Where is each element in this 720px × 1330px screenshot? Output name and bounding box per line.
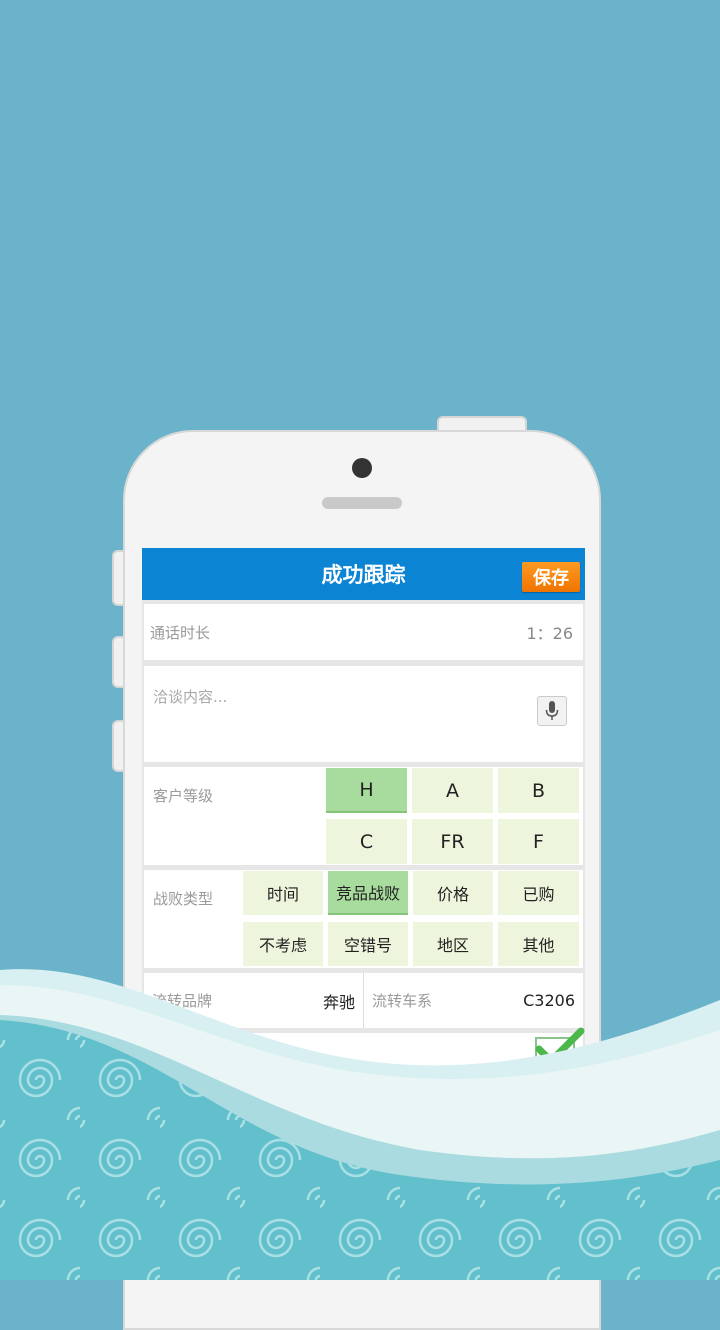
- transfer-brand-value: 奔驰: [322, 992, 355, 1012]
- loss-type-row: 战败类型 时间 竞品战败 价格 已购 不考虑 空错号 地区 其他: [144, 870, 583, 968]
- save-button[interactable]: 保存: [522, 562, 580, 592]
- confirm-row: [144, 1027, 585, 1113]
- call-duration-row: 通话时长 1：26: [144, 604, 583, 660]
- notes-field[interactable]: 洽谈内容...: [144, 666, 583, 762]
- phone-speaker: [322, 497, 402, 509]
- notes-placeholder: 洽谈内容...: [153, 688, 228, 706]
- grade-option-a[interactable]: A: [412, 768, 493, 813]
- grade-option-b[interactable]: B: [498, 768, 579, 813]
- voice-input-button[interactable]: [537, 696, 567, 726]
- title-bar: 成功跟踪 保存: [142, 548, 585, 600]
- loss-option-not-considering[interactable]: 不考虑: [243, 922, 323, 966]
- loss-option-region[interactable]: 地区: [413, 922, 493, 966]
- transfer-series-field[interactable]: 流转车系 C3206: [363, 973, 583, 1028]
- grade-option-fr[interactable]: FR: [412, 819, 493, 864]
- app-screen: 成功跟踪 保存 通话时长 1：26 洽谈内容... 客户等级 H A B C F…: [142, 548, 585, 1248]
- loss-option-price[interactable]: 价格: [413, 871, 493, 915]
- grade-option-f[interactable]: F: [498, 819, 579, 864]
- transfer-brand-field[interactable]: 流转品牌 奔驰: [144, 973, 363, 1028]
- loss-type-label: 战败类型: [153, 890, 214, 908]
- customer-grade-row: 客户等级 H A B C FR F: [144, 767, 583, 865]
- call-duration-value: 1：26: [526, 624, 573, 643]
- grade-option-h[interactable]: H: [326, 768, 407, 813]
- customer-grade-label: 客户等级: [153, 787, 214, 805]
- transfer-series-value: C3206: [523, 991, 575, 1010]
- transfer-series-label: 流转车系: [372, 992, 433, 1010]
- transfer-row: 流转品牌 奔驰 流转车系 C3206: [144, 973, 583, 1028]
- grade-option-c[interactable]: C: [326, 819, 407, 864]
- page-title: 成功跟踪: [321, 563, 406, 587]
- loss-option-wrong-number[interactable]: 空错号: [328, 922, 408, 966]
- loss-option-time[interactable]: 时间: [243, 871, 323, 915]
- loss-option-other[interactable]: 其他: [498, 922, 579, 966]
- phone-camera: [352, 458, 372, 478]
- microphone-icon: [545, 701, 559, 720]
- call-duration-label: 通话时长: [150, 623, 211, 642]
- loss-option-purchased[interactable]: 已购: [498, 871, 579, 915]
- loss-option-competitor[interactable]: 竞品战败: [328, 871, 408, 915]
- transfer-brand-label: 流转品牌: [152, 992, 213, 1010]
- checkmark-icon: [535, 1027, 585, 1065]
- confirm-checkbox[interactable]: [535, 1027, 585, 1071]
